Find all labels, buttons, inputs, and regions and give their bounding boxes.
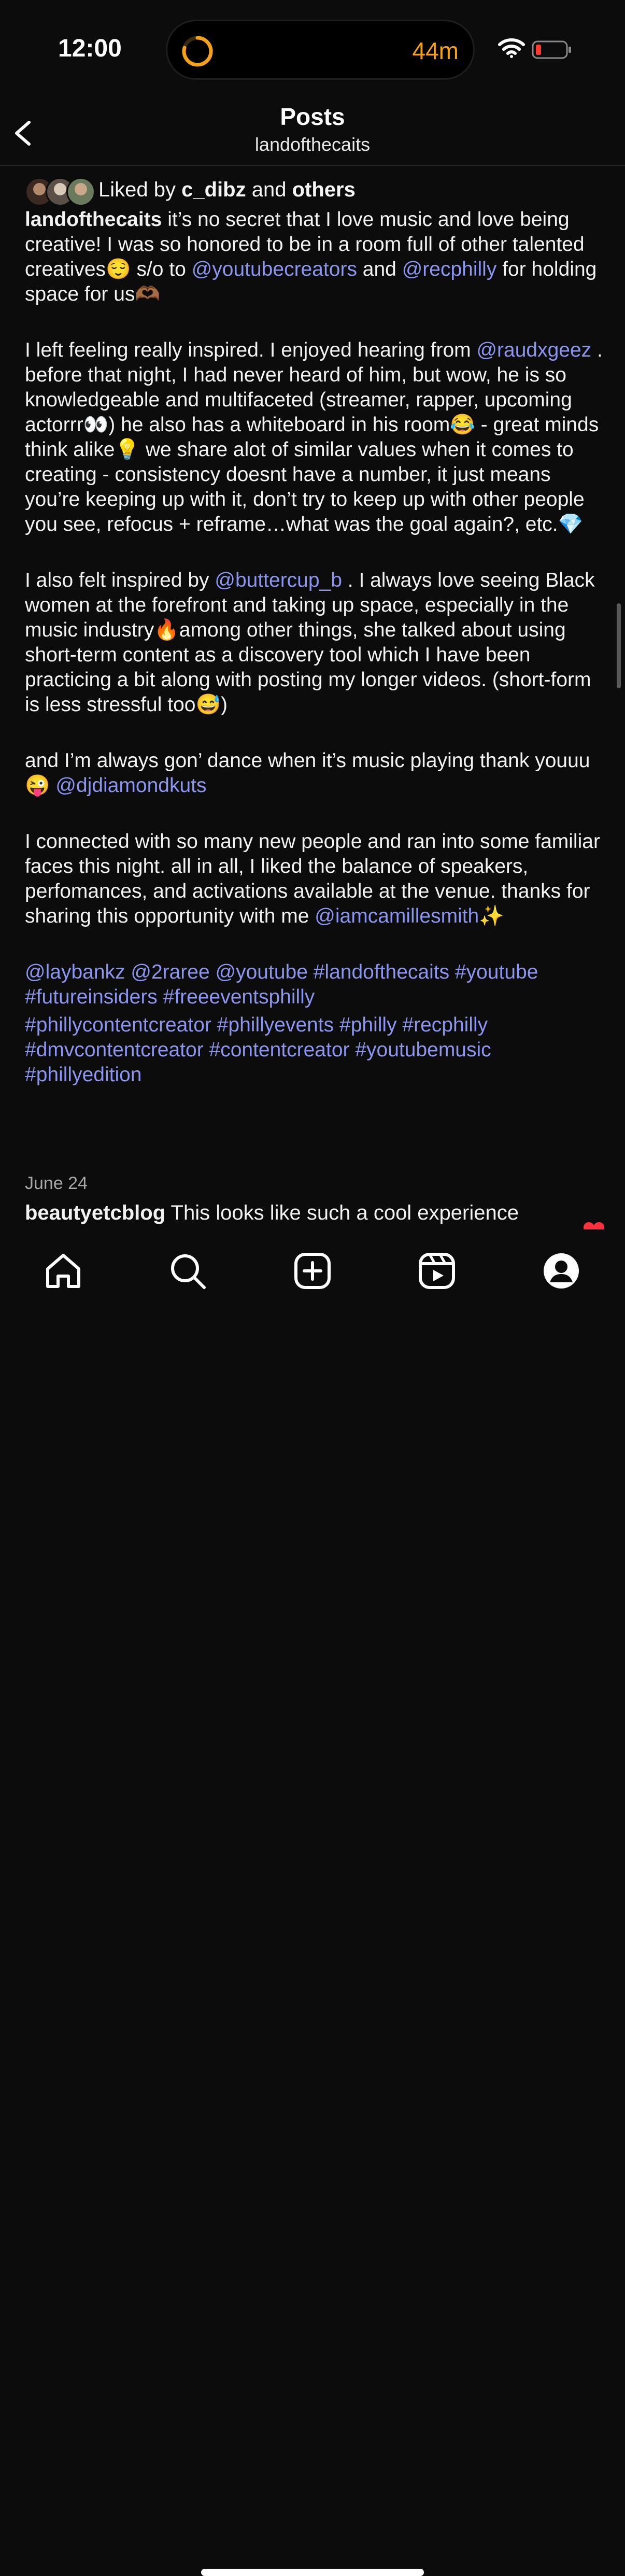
avatar	[66, 177, 95, 206]
caption-hashtags: @laybankz @2raree @youtube #landofthecai…	[25, 960, 605, 1087]
scroll-indicator[interactable]	[617, 603, 621, 688]
posts-header: Posts landofthecaits	[0, 98, 625, 166]
status-time: 12:00	[58, 35, 122, 62]
post-date: June 24	[25, 1173, 88, 1193]
mention-link[interactable]: @djdiamondkuts	[55, 774, 206, 797]
caption-text: . before that night, I had never heard o…	[25, 339, 603, 535]
home-icon	[46, 1254, 80, 1288]
post-caption: landofthecaits it’s no secret that I lov…	[25, 207, 605, 1119]
comment-text: This looks like such a cool experience	[165, 1201, 519, 1224]
caption-text: and	[357, 258, 402, 280]
timer-label: 44m	[412, 37, 459, 64]
mention-link[interactable]: @iamcamillesmith	[315, 905, 479, 927]
liked-by-and: and	[246, 178, 292, 201]
liked-by-text: Liked by c_dibz and others	[98, 178, 356, 202]
search-icon	[171, 1254, 206, 1289]
liker-avatars[interactable]	[25, 174, 95, 206]
tab-profile[interactable]	[541, 1250, 582, 1292]
liked-by-user[interactable]: c_dibz	[181, 178, 246, 201]
timer-ring-icon	[182, 36, 213, 67]
liked-by-row[interactable]: Liked by c_dibz and others	[25, 174, 356, 206]
wifi-icon	[498, 38, 525, 58]
caption-text: I connected with so many new people and …	[25, 830, 600, 927]
profile-icon	[544, 1253, 579, 1289]
comment-username[interactable]: beautyetcblog	[25, 1201, 165, 1224]
dynamic-island[interactable]: 44m	[166, 20, 475, 80]
caption-paragraph-2: I left feeling really inspired. I enjoye…	[25, 338, 605, 537]
mention-link[interactable]: @buttercup_b	[215, 569, 342, 591]
bottom-tab-bar	[0, 1229, 625, 2576]
mention-link[interactable]: @recphilly	[402, 258, 497, 280]
mention-link[interactable]: @raudxgeez	[476, 339, 591, 361]
liked-by-others[interactable]: others	[292, 178, 356, 201]
liked-by-prefix: Liked by	[98, 178, 182, 201]
hashtag-line-2[interactable]: #phillycontentcreator #phillyevents #phi…	[25, 1013, 605, 1087]
tab-home[interactable]	[42, 1250, 84, 1292]
mention-link[interactable]: @youtubecreators	[192, 258, 357, 280]
caption-paragraph-1: landofthecaits it’s no secret that I lov…	[25, 207, 605, 307]
caption-paragraph-5: I connected with so many new people and …	[25, 829, 605, 929]
caption-text: I left feeling really inspired. I enjoye…	[25, 339, 477, 361]
reels-icon	[419, 1253, 455, 1289]
create-icon	[294, 1253, 331, 1289]
page-subtitle-username[interactable]: landofthecaits	[0, 134, 625, 155]
caption-text: ✨	[479, 905, 504, 927]
caption-text: I also felt inspired by	[25, 569, 215, 591]
tab-reels[interactable]	[416, 1250, 458, 1292]
status-bar: 12:00 44m	[0, 0, 625, 98]
tab-search[interactable]	[167, 1250, 208, 1292]
caption-paragraph-4: and I’m always gon’ dance when it’s musi…	[25, 748, 605, 798]
page-title: Posts	[280, 103, 345, 130]
battery-icon	[532, 40, 571, 59]
tab-create[interactable]	[292, 1250, 333, 1292]
caption-username[interactable]: landofthecaits	[25, 208, 162, 231]
home-indicator[interactable]	[201, 2569, 424, 2576]
comment-preview[interactable]: beautyetcblog This looks like such a coo…	[25, 1200, 595, 1225]
caption-paragraph-3: I also felt inspired by @buttercup_b . I…	[25, 568, 605, 717]
hashtag-line-1[interactable]: @laybankz @2raree @youtube #landofthecai…	[25, 960, 605, 1010]
